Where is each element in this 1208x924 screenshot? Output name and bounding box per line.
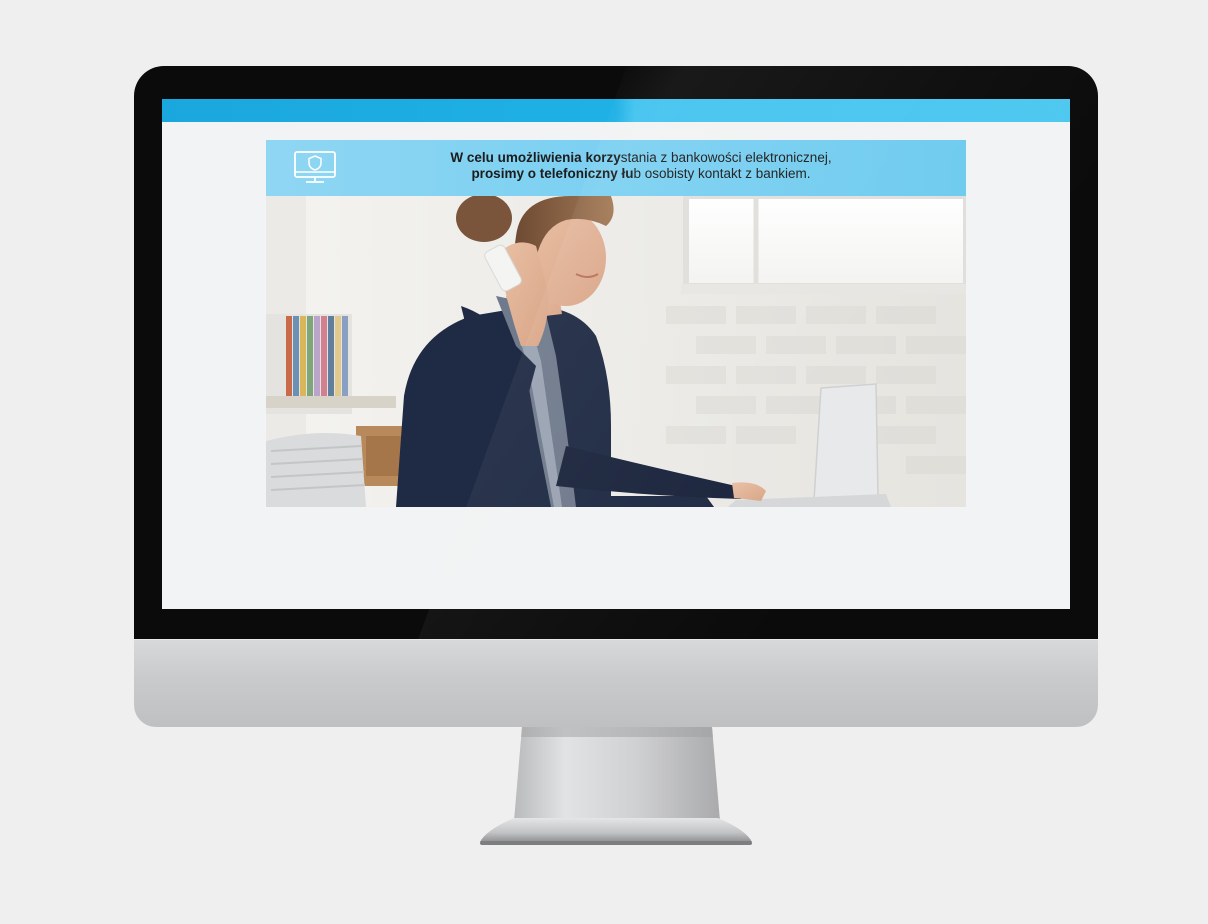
banner-line-2-bold: prosimy o telefoniczny łu [471, 166, 634, 181]
banner-line-2: prosimy o telefoniczny łub osobisty kont… [356, 166, 926, 182]
monitor-foot [480, 818, 752, 845]
top-bar [162, 99, 1070, 122]
banner-line-1-bold: W celu umożliwienia korzy [450, 150, 621, 165]
imac-monitor: W celu umożliwienia korzystania z bankow… [134, 66, 1098, 727]
banner-line-2-rest: b osobisty kontakt z bankiem. [633, 166, 811, 181]
banner-message: W celu umożliwienia korzystania z bankow… [356, 150, 926, 182]
monitor-chin [134, 639, 1098, 727]
info-banner: W celu umożliwienia korzystania z bankow… [266, 140, 966, 196]
hero-photo [266, 196, 966, 507]
monitor-screen: W celu umożliwienia korzystania z bankow… [162, 99, 1070, 609]
page-background: W celu umożliwienia korzystania z bankow… [0, 0, 1208, 924]
banner-line-1: W celu umożliwienia korzystania z bankow… [356, 150, 926, 166]
banner-line-1-rest: stania z bankowości elektronicznej, [620, 150, 832, 165]
woman-on-phone-illustration [266, 196, 966, 507]
monitor-stand [514, 727, 720, 821]
monitor-shield-icon [294, 151, 336, 183]
monitor-bezel: W celu umożliwienia korzystania z bankow… [134, 66, 1098, 639]
